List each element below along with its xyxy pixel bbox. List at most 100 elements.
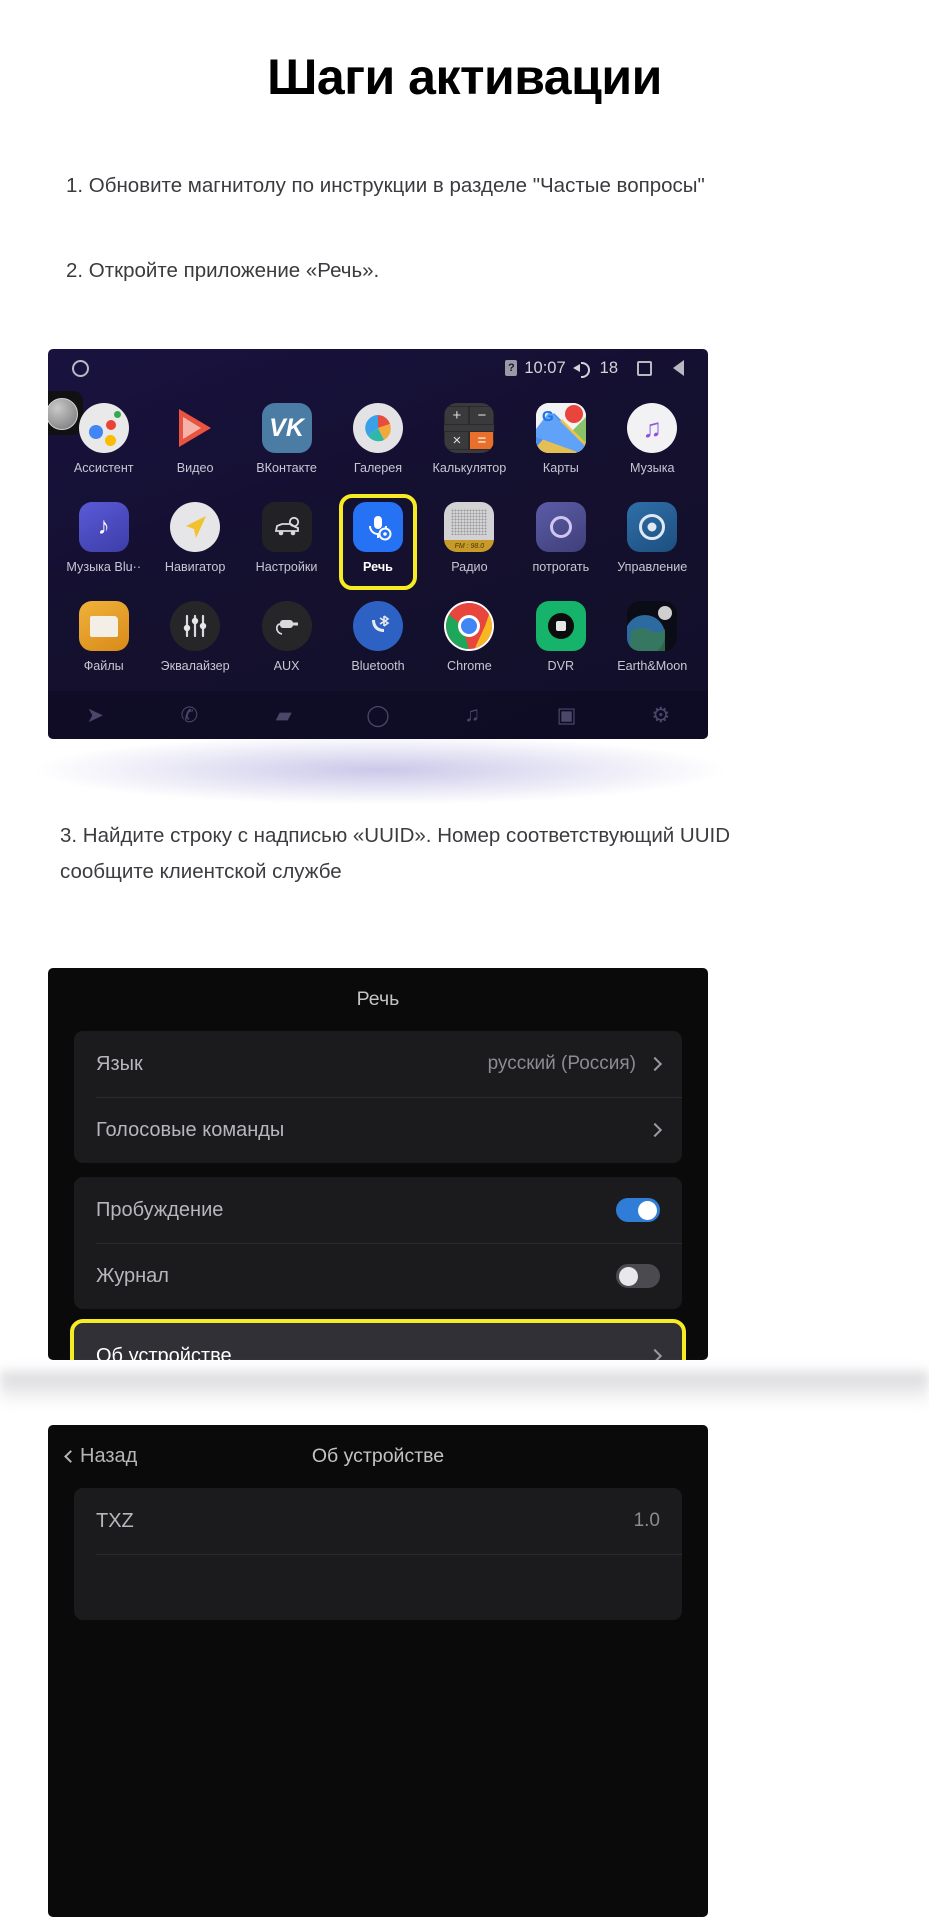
settings-row-journal[interactable]: Журнал xyxy=(74,1243,682,1309)
app-label: Earth&Moon xyxy=(617,659,688,673)
app-music-bluetooth[interactable]: ♪ Музыка Blu·· xyxy=(58,494,149,593)
settings-row-about-device[interactable]: Об устройстве xyxy=(74,1323,682,1360)
speech-group-toggles: Пробуждение Журнал xyxy=(74,1177,682,1309)
gear-icon[interactable]: ⚙ xyxy=(614,703,708,728)
app-steering-control[interactable]: Управление xyxy=(607,494,698,593)
video-icon[interactable]: ▣ xyxy=(519,703,613,728)
app-dvr[interactable]: DVR xyxy=(515,593,606,692)
step-3-text: 3. Найдите строку с надписью «UUID». Ном… xyxy=(60,824,731,883)
radio-icon: FM : 98.0 xyxy=(444,502,495,552)
settings-row-language[interactable]: Язык русский (Россия) xyxy=(74,1031,682,1097)
app-chrome[interactable]: Chrome xyxy=(424,593,515,692)
app-assistent[interactable]: Ассистент xyxy=(58,395,149,494)
app-equalizer[interactable]: Эквалайзер xyxy=(149,593,240,692)
status-bar-time: 10:07 xyxy=(524,358,566,377)
app-bluetooth[interactable]: Bluetooth xyxy=(332,593,423,692)
google-maps-icon: G xyxy=(535,403,586,453)
app-radio[interactable]: FM : 98.0 Радио xyxy=(424,494,515,593)
about-device-screen: Назад Об устройстве TXZ 1.0 xyxy=(48,1425,708,1917)
app-row-3: Файлы Эквалайзер AUX Bluetooth Chrome DV… xyxy=(58,593,698,692)
page-title: Шаги активации xyxy=(267,49,662,105)
app-label: потрогать xyxy=(532,560,590,574)
back-button[interactable]: Назад xyxy=(64,1445,138,1468)
status-bar-right: ? 10:07 18 xyxy=(505,359,684,378)
launcher-glow xyxy=(30,735,730,805)
speech-settings-screen: Речь Язык русский (Россия) Голосовые ком… xyxy=(48,968,708,1360)
equalizer-icon xyxy=(170,601,221,651)
app-maps[interactable]: G Карты xyxy=(515,395,606,494)
launcher-navbar: ➤ ✆ ▰ ◯ ♫ ▣ ⚙ xyxy=(48,691,708,739)
app-label: Bluetooth xyxy=(351,659,405,673)
earth-moon-icon xyxy=(627,601,678,651)
app-label: AUX xyxy=(273,659,300,673)
app-video[interactable]: Видео xyxy=(149,395,240,494)
app-navigator[interactable]: Навигатор xyxy=(149,494,240,593)
settings-row-txz[interactable]: TXZ 1.0 xyxy=(74,1488,682,1554)
speech-group-general: Язык русский (Россия) Голосовые команды xyxy=(74,1031,682,1163)
step-2-text: 2. Откройте приложение «Речь». xyxy=(66,259,380,282)
home-circle-icon[interactable]: ◯ xyxy=(331,703,425,728)
music-note-icon[interactable]: ♫ xyxy=(425,703,519,727)
app-label: DVR xyxy=(547,659,575,673)
phone-icon[interactable]: ✆ xyxy=(142,703,236,728)
settings-row-voice-commands[interactable]: Голосовые команды xyxy=(74,1097,682,1163)
row-label: TXZ xyxy=(96,1509,134,1532)
app-settings[interactable]: Настройки xyxy=(241,494,332,593)
app-earth-moon[interactable]: Earth&Moon xyxy=(607,593,698,692)
wakeup-toggle[interactable] xyxy=(616,1198,660,1222)
status-bar: ? 10:07 18 xyxy=(48,349,708,387)
row-label: Язык xyxy=(96,1052,143,1075)
app-label: Радио xyxy=(451,560,488,574)
calculator-icon: + − × = xyxy=(444,403,495,453)
chevron-left-icon xyxy=(64,1450,77,1463)
app-touch[interactable]: потрогать xyxy=(515,494,606,593)
touch-ring-icon xyxy=(535,502,586,552)
aux-plug-icon xyxy=(261,601,312,651)
app-grid: Ассистент Видео VK ВКонтакте Галерея + −… xyxy=(48,389,708,692)
app-label: Эквалайзер xyxy=(160,659,230,673)
app-label: Файлы xyxy=(83,659,124,673)
app-speech[interactable]: Речь xyxy=(332,494,423,593)
back-label: Назад xyxy=(80,1445,138,1467)
circle-outline-icon[interactable] xyxy=(72,359,89,377)
microphone-settings-icon xyxy=(352,502,403,552)
sim-card-icon: ? xyxy=(505,360,518,376)
speaker-icon xyxy=(572,360,593,378)
vk-icon: VK xyxy=(261,403,312,453)
app-files[interactable]: Файлы xyxy=(58,593,149,692)
app-label: Музыка xyxy=(629,461,675,475)
app-label: Речь xyxy=(363,560,393,574)
app-aux[interactable]: AUX xyxy=(241,593,332,692)
app-gallery[interactable]: Галерея xyxy=(332,395,423,494)
chrome-icon xyxy=(444,601,495,651)
google-assistant-icon xyxy=(78,403,129,453)
app-label: Видео xyxy=(176,461,214,475)
car-head-unit-launcher: ? 10:07 18 Ассистент Видео VK ВКонтакте … xyxy=(48,349,708,739)
row-label: Об устройстве xyxy=(96,1344,232,1361)
app-vkontakte[interactable]: VK ВКонтакте xyxy=(241,395,332,494)
activation-steps-page: Шаги активации 1. Обновите магнитолу по … xyxy=(0,0,929,1917)
about-device-title: Об устройстве xyxy=(311,1445,445,1467)
radio-icon[interactable]: ▰ xyxy=(237,703,331,728)
settings-row-blank xyxy=(74,1554,682,1620)
panel-shadow-band xyxy=(0,1372,929,1406)
about-device-header: Назад Об устройстве xyxy=(48,1425,708,1488)
app-label: Навигатор xyxy=(164,560,226,574)
bluetooth-music-icon: ♪ xyxy=(78,502,129,552)
car-settings-icon xyxy=(261,502,312,552)
navigation-arrow-icon[interactable]: ➤ xyxy=(48,703,142,728)
app-calculator[interactable]: + − × = Калькулятор xyxy=(424,395,515,494)
row-label: Голосовые команды xyxy=(96,1118,285,1141)
folder-icon xyxy=(78,601,129,651)
speech-group-about: Об устройстве xyxy=(70,1319,686,1360)
app-label: Chrome xyxy=(447,659,492,673)
gallery-icon xyxy=(352,403,403,453)
app-music[interactable]: ♫ Музыка xyxy=(607,395,698,494)
journal-toggle[interactable] xyxy=(616,1264,660,1288)
back-triangle-icon[interactable] xyxy=(673,360,684,376)
row-value: русский (Россия) xyxy=(487,1053,636,1074)
recents-square-icon[interactable] xyxy=(637,360,652,376)
app-label: Калькулятор xyxy=(432,461,507,475)
status-bar-volume: 18 xyxy=(599,358,618,377)
settings-row-wakeup[interactable]: Пробуждение xyxy=(74,1177,682,1243)
